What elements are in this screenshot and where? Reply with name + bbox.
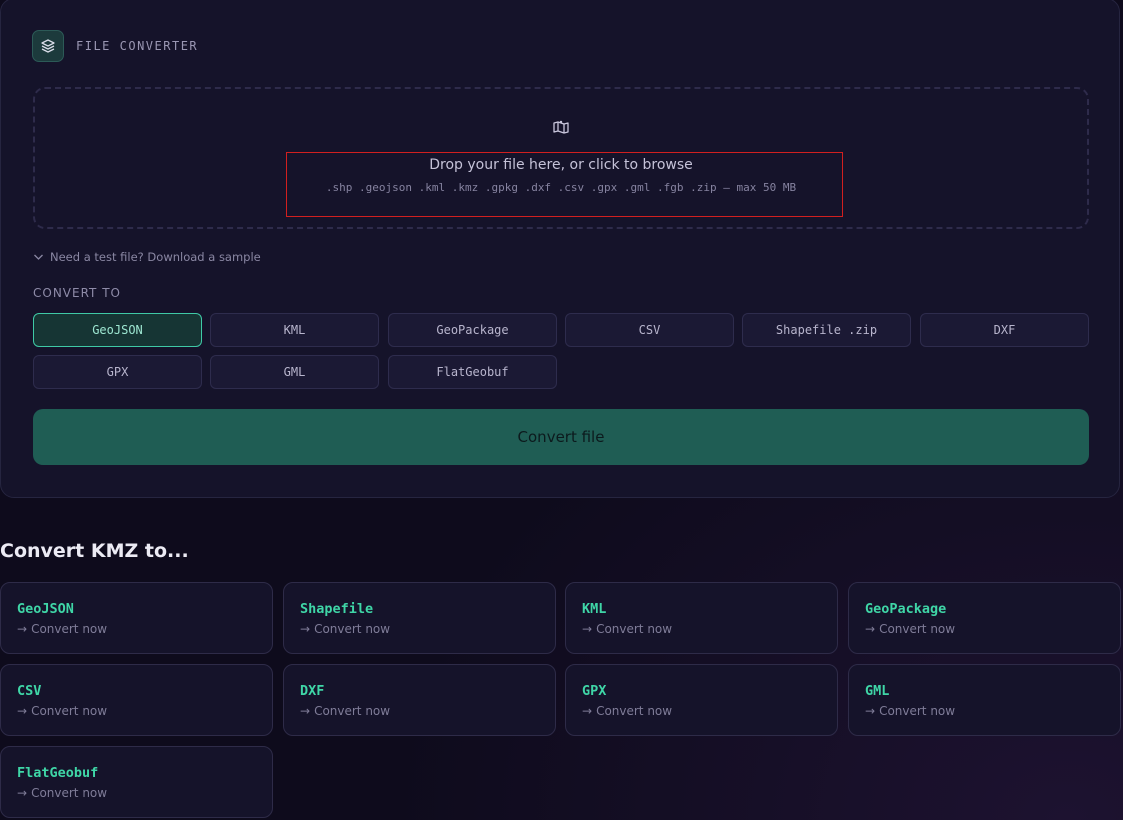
related-conversions-title: Convert KMZ to...	[0, 540, 189, 562]
target-format-name: CSV	[17, 683, 42, 699]
convert-now-link: → Convert now	[865, 622, 956, 636]
convert-now-link: → Convert now	[17, 786, 108, 800]
target-format-name: DXF	[300, 683, 325, 699]
arrow-right-icon: →	[17, 786, 28, 800]
arrow-right-icon: →	[865, 622, 876, 636]
convert-to-kml-card[interactable]: KML → Convert now	[565, 582, 838, 654]
format-option-gml[interactable]: GML	[210, 355, 379, 389]
convert-now-link: → Convert now	[17, 704, 108, 718]
arrow-right-icon: →	[17, 622, 28, 636]
format-option-csv[interactable]: CSV	[565, 313, 734, 347]
format-option-geojson[interactable]: GeoJSON	[33, 313, 202, 347]
layers-icon	[32, 30, 64, 62]
format-option-kml[interactable]: KML	[210, 313, 379, 347]
format-option-gpx[interactable]: GPX	[33, 355, 202, 389]
convert-to-geojson-card[interactable]: GeoJSON → Convert now	[0, 582, 273, 654]
map-icon	[552, 119, 570, 139]
target-format-name: Shapefile	[300, 601, 374, 617]
convert-now-link: → Convert now	[582, 704, 673, 718]
file-dropzone[interactable]: Drop your file here, or click to browse …	[33, 87, 1089, 229]
convert-now-link: → Convert now	[300, 622, 391, 636]
drop-title: Drop your file here, or click to browse	[429, 157, 693, 173]
target-format-name: FlatGeobuf	[17, 765, 99, 781]
convert-to-gpx-card[interactable]: GPX → Convert now	[565, 664, 838, 736]
convert-to-flatgeobuf-card[interactable]: FlatGeobuf → Convert now	[0, 746, 273, 818]
download-sample-link[interactable]: Need a test file? Download a sample	[33, 250, 261, 264]
arrow-right-icon: →	[582, 704, 593, 718]
convert-now-link: → Convert now	[300, 704, 391, 718]
convert-now-link: → Convert now	[582, 622, 673, 636]
convert-to-csv-card[interactable]: CSV → Convert now	[0, 664, 273, 736]
chevron-down-icon	[33, 250, 50, 264]
convert-to-geopackage-card[interactable]: GeoPackage → Convert now	[848, 582, 1121, 654]
accepted-formats: .shp .geojson .kml .kmz .gpkg .dxf .csv …	[325, 181, 797, 194]
convert-to-dxf-card[interactable]: DXF → Convert now	[283, 664, 556, 736]
app-title: FILE CONVERTER	[76, 39, 199, 53]
format-option-geopackage[interactable]: GeoPackage	[388, 313, 557, 347]
sample-link-label: Need a test file? Download a sample	[50, 250, 261, 264]
arrow-right-icon: →	[582, 622, 593, 636]
target-format-name: GPX	[582, 683, 607, 699]
target-format-name: KML	[582, 601, 607, 617]
convert-now-link: → Convert now	[17, 622, 108, 636]
convert-to-shapefile-card[interactable]: Shapefile → Convert now	[283, 582, 556, 654]
convert-file-button[interactable]: Convert file	[33, 409, 1089, 465]
card-header: FILE CONVERTER	[32, 30, 198, 62]
converter-card: FILE CONVERTER Drop your file here, or c…	[0, 0, 1120, 498]
convert-to-label: CONVERT TO	[33, 286, 121, 300]
arrow-right-icon: →	[300, 622, 311, 636]
format-option-dxf[interactable]: DXF	[920, 313, 1089, 347]
arrow-right-icon: →	[865, 704, 876, 718]
target-format-name: GeoPackage	[865, 601, 947, 617]
target-format-name: GeoJSON	[17, 601, 74, 617]
arrow-right-icon: →	[17, 704, 28, 718]
target-format-name: GML	[865, 683, 890, 699]
format-option-shapefile[interactable]: Shapefile .zip	[742, 313, 911, 347]
arrow-right-icon: →	[300, 704, 311, 718]
convert-to-gml-card[interactable]: GML → Convert now	[848, 664, 1121, 736]
convert-now-link: → Convert now	[865, 704, 956, 718]
format-option-flatgeobuf[interactable]: FlatGeobuf	[388, 355, 557, 389]
